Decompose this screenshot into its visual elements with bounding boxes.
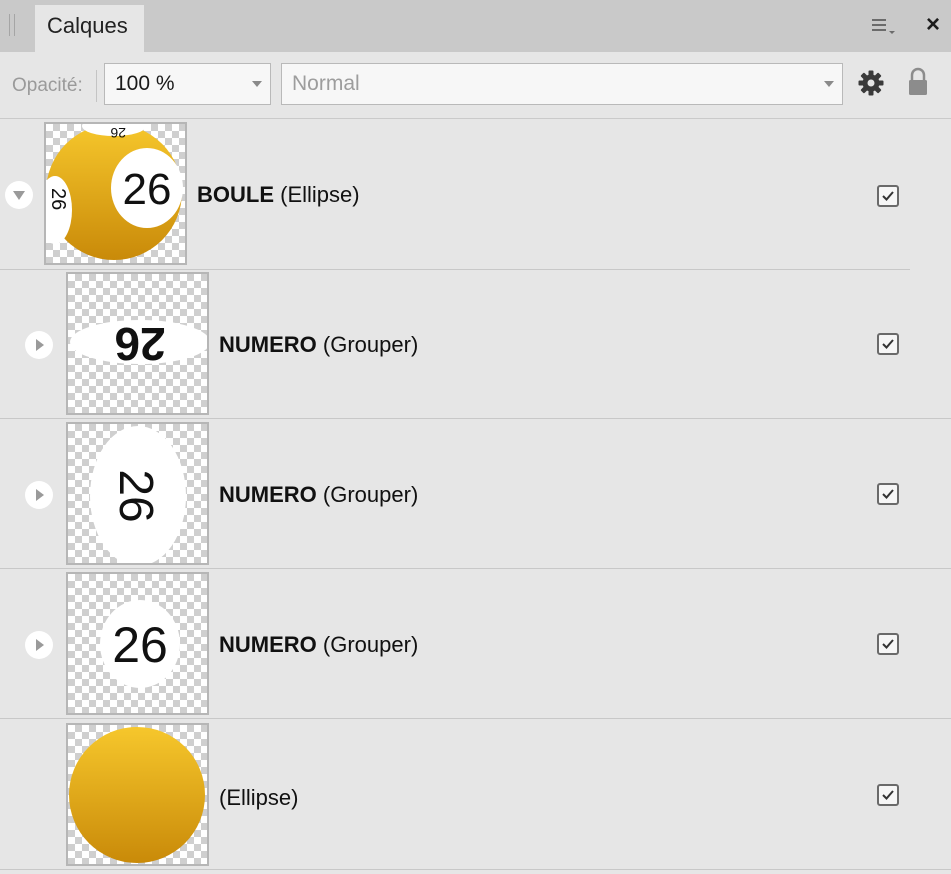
opacity-label: Opacité: [12,75,83,96]
tab-calques[interactable]: Calques [35,5,144,52]
expand-toggle[interactable] [25,331,53,359]
layer-name: BOULE [197,182,274,207]
layer-label: (Ellipse) [219,785,298,811]
visibility-checkbox[interactable] [877,333,899,355]
svg-text:26: 26 [123,165,172,214]
layer-name: NUMERO [219,482,317,507]
layer-type: (Grouper) [322,632,419,657]
visibility-checkbox[interactable] [877,185,899,207]
layer-row[interactable]: 26 26 26 BOULE (Ellipse) [0,119,951,270]
svg-text:26: 26 [110,125,126,141]
layer-label: NUMERO (Grouper) [219,482,418,508]
row-spacer [910,269,951,418]
layer-toolbar: Opacité: 100 % Normal [0,52,951,119]
blend-mode-value: Normal [292,72,360,95]
opacity-value: 100 % [115,72,175,95]
layer-thumbnail [66,723,209,866]
panel-tabbar: Calques × [0,0,951,52]
chevron-down-icon [252,81,262,87]
check-icon [882,191,894,201]
visibility-checkbox[interactable] [877,784,899,806]
layer-type: (Ellipse) [219,785,299,810]
layer-type: (Grouper) [322,332,419,357]
svg-text:26: 26 [114,318,165,370]
layer-thumbnail: 26 26 26 [44,122,187,265]
row-spacer [910,719,951,869]
layer-name: NUMERO [219,332,317,357]
drag-grip-icon[interactable] [9,14,15,36]
layer-label: NUMERO (Grouper) [219,632,418,658]
layer-row[interactable]: 26 NUMERO (Grouper) [0,569,951,719]
layer-label: NUMERO (Grouper) [219,332,418,358]
check-icon [882,639,894,649]
triangle-right-icon [36,489,44,501]
triangle-down-icon [13,191,25,200]
expand-toggle[interactable] [5,181,33,209]
expand-toggle[interactable] [25,481,53,509]
triangle-right-icon [36,339,44,351]
row-spacer [910,569,951,718]
svg-text:26: 26 [109,469,162,522]
layer-type: (Ellipse) [280,182,360,207]
svg-text:26: 26 [112,617,168,673]
blend-mode-select[interactable]: Normal [281,63,843,105]
close-glyph: × [925,11,940,38]
tab-label: Calques [47,13,128,38]
layer-type: (Grouper) [322,482,419,507]
check-icon [882,339,894,349]
layer-row[interactable]: 26 NUMERO (Grouper) [0,419,951,569]
layer-label: BOULE (Ellipse) [197,182,360,208]
row-spacer [910,119,951,269]
check-icon [882,489,894,499]
opacity-select[interactable]: 100 % [104,63,271,105]
layer-thumbnail: 26 [66,572,209,715]
menu-icon[interactable] [872,17,898,35]
lock-icon[interactable] [906,66,930,98]
chevron-down-icon [824,81,834,87]
layer-thumbnail: 26 [66,272,209,415]
layer-row[interactable]: 26 NUMERO (Grouper) [0,269,951,419]
visibility-checkbox[interactable] [877,633,899,655]
layer-thumbnail: 26 [66,422,209,565]
gear-icon[interactable] [857,69,885,97]
row-spacer [910,419,951,568]
svg-text:26: 26 [47,188,69,210]
toolbar-divider [96,70,97,102]
triangle-right-icon [36,639,44,651]
close-icon[interactable]: × [919,10,947,40]
layer-name: NUMERO [219,632,317,657]
expand-toggle[interactable] [25,631,53,659]
visibility-checkbox[interactable] [877,483,899,505]
layer-row[interactable]: (Ellipse) [0,719,951,870]
check-icon [882,790,894,800]
